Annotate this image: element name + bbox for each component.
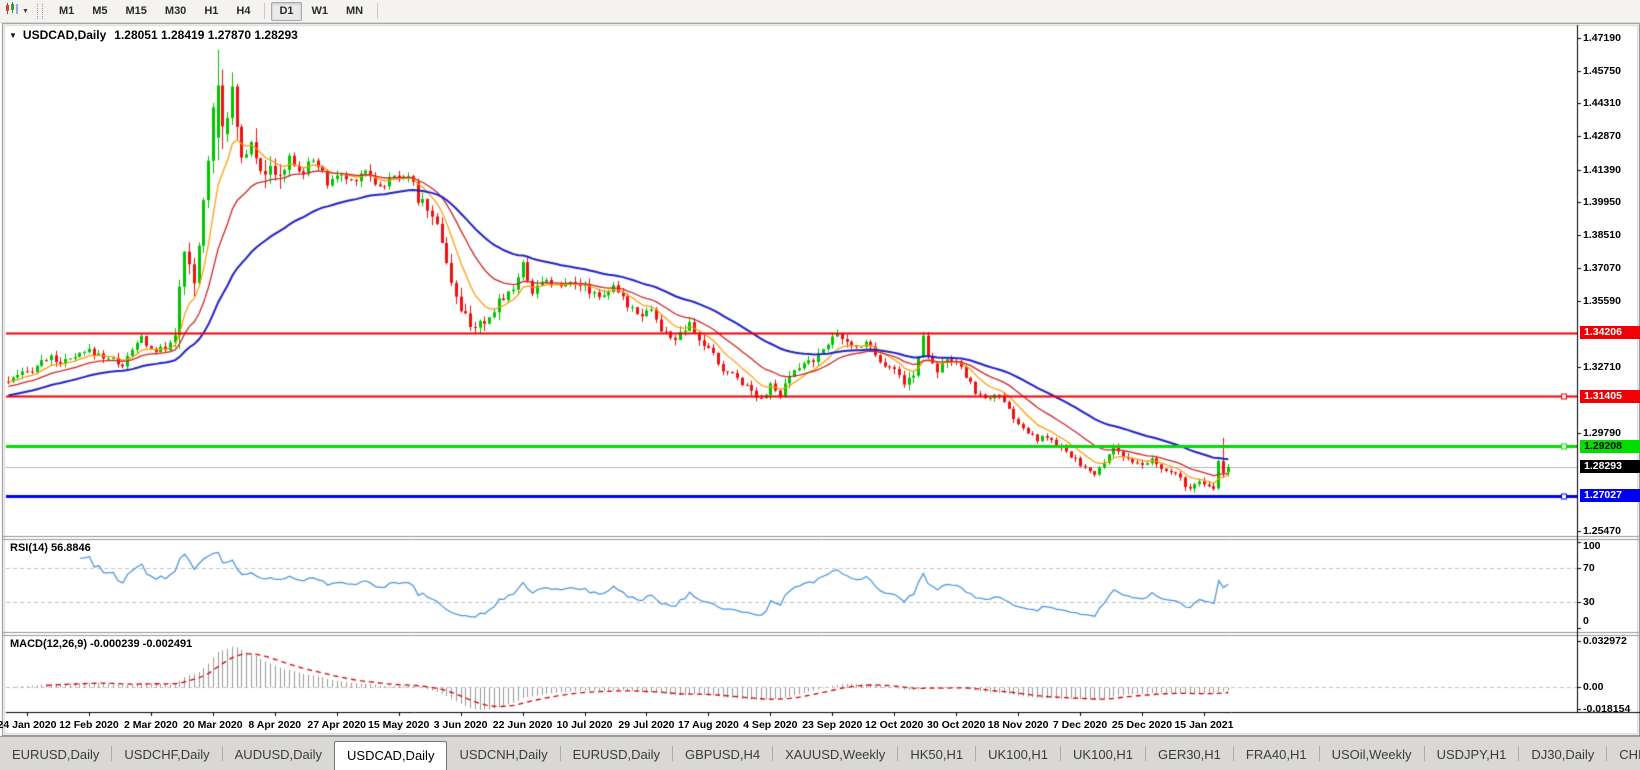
toolbar-separator <box>377 3 379 19</box>
rsi-tick-label: 30 <box>1583 596 1595 609</box>
chart-type-button[interactable]: ▼ <box>2 1 32 21</box>
chart-tab-uk100-h1[interactable]: UK100,H1 <box>1061 743 1145 766</box>
date-tick-label: 18 Nov 2020 <box>987 719 1049 731</box>
chart-tab-hk50-h1[interactable]: HK50,H1 <box>898 743 975 766</box>
chart-title-ohlc: 1.28051 1.28419 1.27870 1.28293 <box>114 28 298 42</box>
price-level-badge[interactable]: 1.29208 <box>1580 439 1640 453</box>
timeframe-button-mn[interactable]: MN <box>338 2 371 21</box>
rsi-tick-label: 0 <box>1583 615 1589 627</box>
toolbar-separator <box>264 3 266 19</box>
chart-tab-usdchf-daily[interactable]: USDCHF,Daily <box>112 743 221 766</box>
macd-indicator-label: MACD(12,26,9) -0.000239 -0.002491 <box>10 638 193 650</box>
timeframe-toolbar: M1 M5 M15 M30 H1 H4 D1 W1 MN <box>50 1 383 21</box>
rsi-indicator-label: RSI(14) 56.8846 <box>10 542 91 554</box>
current-price-badge: 1.28293 <box>1580 460 1640 474</box>
rsi-tick-label: 70 <box>1583 561 1595 574</box>
timeframe-button-m30[interactable]: M30 <box>157 2 194 21</box>
price-tick-label: 1.35590 <box>1583 295 1621 308</box>
macd-tick-label: -0.018154 <box>1583 703 1631 715</box>
date-tick-label: 8 Apr 2020 <box>248 719 302 731</box>
timeframe-button-m1[interactable]: M1 <box>51 2 82 21</box>
date-tick-label: 12 Feb 2020 <box>59 719 119 731</box>
chart-tab-usoil-weekly[interactable]: USOil,Weekly <box>1320 743 1424 766</box>
price-tick-label: 1.41390 <box>1583 163 1621 176</box>
chart-tab-gbpusd-h4[interactable]: GBPUSD,H4 <box>673 743 772 766</box>
rsi-tick-label: 100 <box>1583 540 1601 552</box>
chart-tab-eurusd-daily[interactable]: EURUSD,Daily <box>0 743 111 766</box>
price-tick-label: 1.47190 <box>1583 32 1621 44</box>
date-tick-label: 2 Mar 2020 <box>124 719 178 731</box>
date-tick-label: 4 Sep 2020 <box>743 719 798 731</box>
chart-tab-audusd-daily[interactable]: AUDUSD,Daily <box>223 743 334 766</box>
date-tick-label: 25 Dec 2020 <box>1111 719 1173 731</box>
date-tick-label: 20 Mar 2020 <box>183 719 243 731</box>
mt4-application: ▼ M1 M5 M15 M30 H1 H4 D1 W1 MN ▼ USDCAD,Daily 1.… <box>0 0 1640 770</box>
chart-tab-uk100-h1[interactable]: UK100,H1 <box>976 743 1060 766</box>
price-tick-label: 1.29790 <box>1583 426 1621 439</box>
chart-tab-usdjpy-h1[interactable]: USDJPY,H1 <box>1425 743 1519 766</box>
price-tick-label: 1.44310 <box>1583 97 1621 110</box>
date-tick-label: 15 Jan 2021 <box>1174 719 1234 731</box>
chart-tab-ger30-h1[interactable]: GER30,H1 <box>1146 743 1233 766</box>
timeframe-button-w1[interactable]: W1 <box>304 2 337 21</box>
chart-tab-eurusd-daily[interactable]: EURUSD,Daily <box>561 743 672 766</box>
price-tick-label: 1.32710 <box>1583 360 1621 373</box>
chart-tab-usdcnh-daily[interactable]: USDCNH,Daily <box>447 743 559 766</box>
chart-title: ▼ USDCAD,Daily 1.28051 1.28419 1.27870 1… <box>9 28 298 42</box>
date-tick-label: 23 Sep 2020 <box>802 719 863 731</box>
chart-tab-fra40-h1[interactable]: FRA40,H1 <box>1234 743 1319 766</box>
date-tick-label: 22 Jun 2020 <box>492 719 553 731</box>
date-tick-label: 29 Jul 2020 <box>618 719 675 731</box>
price-tick-label: 1.25470 <box>1583 525 1621 537</box>
price-tick-label: 1.45750 <box>1583 64 1621 77</box>
chart-tab-xauusd-weekly[interactable]: XAUUSD,Weekly <box>773 743 897 766</box>
candlestick-chart-icon <box>5 2 19 20</box>
date-tick-label: 3 Jun 2020 <box>433 719 488 731</box>
date-tick-label: 15 May 2020 <box>368 719 430 731</box>
chart-tab-usdcad-daily[interactable]: USDCAD,Daily <box>334 741 448 770</box>
toolbar: ▼ M1 M5 M15 M30 H1 H4 D1 W1 MN <box>0 0 1640 23</box>
price-tick-label: 1.37070 <box>1583 261 1621 274</box>
date-tick-label: 30 Oct 2020 <box>926 719 986 731</box>
price-tick-label: 1.42870 <box>1583 130 1621 143</box>
chart-tab-bar: EURUSD,Daily USDCHF,Daily AUDUSD,Daily USDC… <box>0 736 1640 770</box>
timeframe-button-m15[interactable]: M15 <box>118 2 155 21</box>
price-level-badge[interactable]: 1.31405 <box>1580 389 1640 403</box>
macd-tick-label: 0.032972 <box>1583 635 1627 647</box>
chart-tab-dj30-daily[interactable]: DJ30,Daily <box>1519 743 1606 766</box>
chart-tab-china300-h1[interactable]: CHINA300,H1 <box>1607 743 1640 766</box>
timeframe-button-h4[interactable]: H4 <box>228 2 258 21</box>
price-tick-label: 1.39950 <box>1583 196 1621 209</box>
chevron-down-icon: ▼ <box>22 7 29 15</box>
timeframe-button-h1[interactable]: H1 <box>196 2 226 21</box>
toolbar-grip[interactable] <box>36 3 43 19</box>
chart-title-symbol: USDCAD,Daily <box>22 28 107 42</box>
timeframe-button-d1[interactable]: D1 <box>271 1 302 21</box>
macd-tick-label: 0.00 <box>1583 681 1604 693</box>
date-tick-label: 17 Aug 2020 <box>677 719 739 731</box>
date-tick-label: 10 Jul 2020 <box>556 719 613 731</box>
date-tick-label: 7 Dec 2020 <box>1052 719 1108 731</box>
price-tick-label: 1.38510 <box>1583 229 1621 242</box>
chart-canvas[interactable] <box>0 0 1640 769</box>
date-tick-label: 27 Apr 2020 <box>307 719 367 731</box>
collapse-arrow-icon[interactable]: ▼ <box>9 31 17 40</box>
price-level-badge[interactable]: 1.34206 <box>1580 326 1640 340</box>
date-tick-label: 24 Jan 2020 <box>0 719 57 731</box>
price-level-badge[interactable]: 1.27027 <box>1580 489 1640 503</box>
date-tick-label: 12 Oct 2020 <box>865 719 924 731</box>
timeframe-button-m5[interactable]: M5 <box>84 2 115 21</box>
